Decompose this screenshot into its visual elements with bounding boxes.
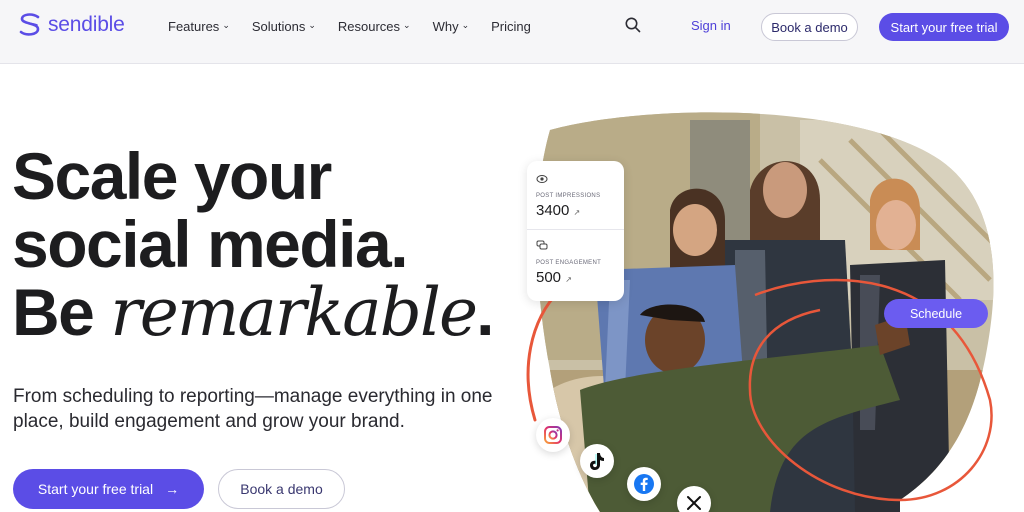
stat-number: 500 bbox=[536, 269, 562, 286]
logo-text: sendible bbox=[48, 13, 125, 36]
headline-line-2: social media. bbox=[12, 207, 409, 281]
chevron-down-icon: ⌄ bbox=[461, 19, 470, 30]
trend-up-icon: ↗ bbox=[565, 275, 572, 284]
stat-label: POST IMPRESSIONS bbox=[536, 193, 601, 199]
stat-number: 3400 bbox=[536, 202, 570, 219]
book-demo-button[interactable]: Book a demo bbox=[761, 13, 858, 41]
eye-icon bbox=[536, 175, 548, 183]
trend-up-icon: ↗ bbox=[573, 208, 581, 217]
search-icon[interactable] bbox=[624, 16, 642, 34]
top-navigation: sendible Features ⌄ Solutions ⌄ Resource… bbox=[0, 0, 1024, 64]
facebook-icon bbox=[627, 467, 661, 501]
schedule-pill: Schedule bbox=[884, 299, 988, 328]
headline-line-3: Be remarkable. bbox=[12, 275, 494, 349]
menu-label: Features bbox=[168, 18, 220, 34]
menu-pricing[interactable]: Pricing bbox=[491, 19, 531, 34]
hero-subtext: From scheduling to reporting—manage ever… bbox=[13, 386, 493, 432]
menu-solutions[interactable]: Solutions ⌄ bbox=[252, 19, 316, 34]
menu-label: Why bbox=[432, 18, 459, 34]
arrow-right-icon: → bbox=[165, 481, 180, 497]
stat-value: 3400 ↗ bbox=[536, 202, 615, 219]
hero-headline: Scale your social media. Be remarkable. bbox=[12, 139, 494, 349]
hero-book-demo-button[interactable]: Book a demo bbox=[218, 469, 345, 509]
sign-in-link[interactable]: Sign in bbox=[691, 18, 731, 33]
hero-start-trial-button[interactable]: Start your free trial → bbox=[13, 469, 204, 509]
chevron-down-icon: ⌄ bbox=[403, 19, 411, 30]
menu-label: Resources bbox=[337, 18, 401, 34]
hero-start-trial-label: Start your free trial bbox=[37, 481, 154, 497]
chevron-down-icon: ⌄ bbox=[308, 19, 316, 30]
menu-resources[interactable]: Resources ⌄ bbox=[338, 19, 411, 34]
menu-why[interactable]: Why ⌄ bbox=[433, 19, 470, 34]
headline-prefix: Be bbox=[12, 275, 111, 349]
start-trial-button[interactable]: Start your free trial bbox=[879, 13, 1009, 41]
chevron-down-icon: ⌄ bbox=[222, 19, 230, 30]
chat-icon bbox=[536, 240, 548, 250]
x-icon bbox=[677, 486, 711, 512]
stat-engagement: POST ENGAGEMENT 500 ↗ bbox=[536, 238, 615, 286]
stat-impressions: POST IMPRESSIONS 3400 ↗ bbox=[536, 171, 615, 219]
tiktok-icon bbox=[580, 444, 614, 478]
logo[interactable]: sendible bbox=[18, 12, 125, 38]
menu-label: Pricing bbox=[491, 18, 531, 34]
stats-card: POST IMPRESSIONS 3400 ↗ POST ENGAGEMENT … bbox=[527, 161, 624, 301]
menu-label: Solutions bbox=[251, 18, 306, 34]
instagram-icon bbox=[536, 418, 570, 452]
headline-emphasis: remarkable bbox=[110, 274, 478, 351]
headline-line-1: Scale your bbox=[12, 139, 332, 213]
main-menu: Features ⌄ Solutions ⌄ Resources ⌄ Why ⌄… bbox=[168, 0, 531, 52]
stat-value: 500 ↗ bbox=[536, 269, 615, 286]
menu-features[interactable]: Features ⌄ bbox=[168, 19, 230, 34]
headline-suffix: . bbox=[476, 275, 494, 349]
stat-label: POST ENGAGEMENT bbox=[536, 260, 602, 266]
sendible-logo-icon bbox=[19, 13, 40, 36]
divider bbox=[527, 229, 624, 230]
